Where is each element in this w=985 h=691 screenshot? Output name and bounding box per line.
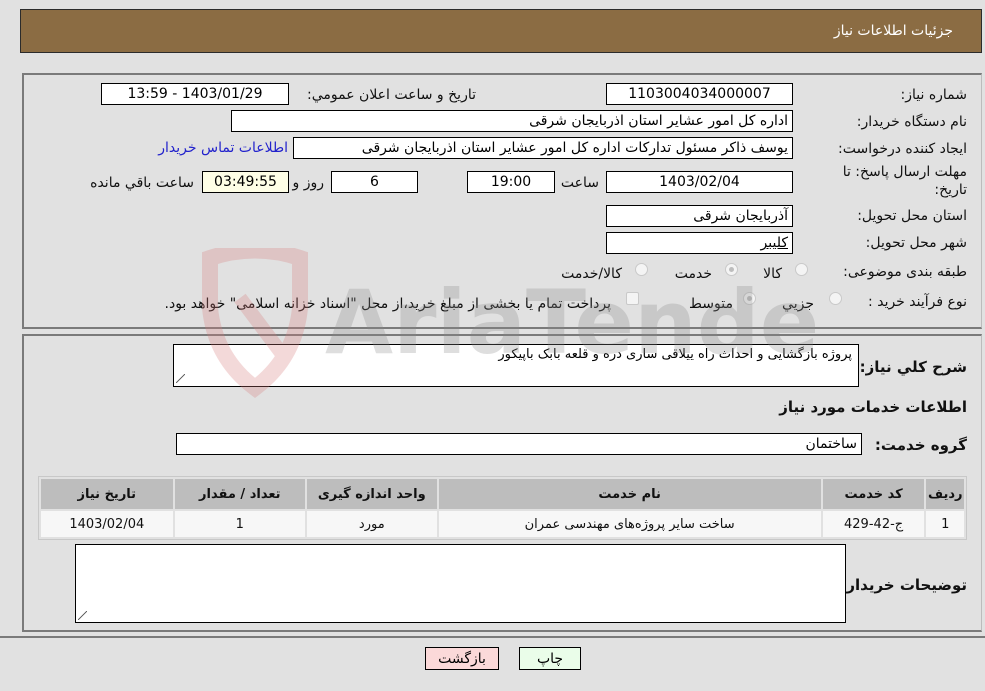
category-radio-service[interactable] (725, 263, 738, 276)
print-button[interactable]: چاپ (519, 647, 581, 670)
unit: مورد (307, 511, 437, 537)
process-label: نوع فرآیند خرید : (868, 294, 967, 310)
buyer-org-label: نام دستگاه خريدار: (856, 114, 967, 130)
days-remaining-field[interactable]: 6 (331, 171, 418, 193)
description-textarea[interactable]: پروژه بازگشایی و احداث راه ییلاقی ساری د… (173, 344, 859, 387)
city-label: شهر محل تحویل: (865, 235, 967, 251)
process-radio-minor[interactable] (829, 292, 842, 305)
column-header: کد خدمت (822, 479, 925, 509)
service-code: ج-42-429 (822, 511, 925, 537)
province-label: استان محل تحویل: (857, 208, 967, 224)
service-group-field[interactable]: ساختمان (176, 433, 862, 455)
need-number-label: شماره نیاز: (900, 87, 968, 103)
deadline-label-line1: مهلت ارسال پاسخ: تا (842, 164, 967, 180)
resize-grip-icon[interactable] (78, 611, 87, 620)
resize-grip-icon[interactable] (176, 374, 185, 383)
quantity: 1 (174, 511, 306, 537)
creator-label: ایجاد کننده درخواست: (838, 141, 967, 157)
announce-date-label: تاریخ و ساعت اعلان عمومي: (307, 87, 476, 103)
process-radio-medium[interactable] (743, 292, 756, 305)
column-header: تعداد / مقدار (174, 479, 306, 509)
process-option-medium: متوسط (689, 296, 733, 312)
buyer-org-field[interactable]: اداره کل امور عشایر استان اذربایجان شرقی (231, 110, 793, 132)
column-header: واحد اندازه گیری (307, 479, 437, 509)
table-header-row: ردیف کد خدمت نام خدمت واحد اندازه گیری ت… (41, 479, 964, 509)
announce-date-field[interactable]: 1403/01/29 - 13:59 (101, 83, 289, 105)
buyer-notes-label: توضیحات خریدار: (840, 576, 967, 594)
remaining-time-label: ساعت باقي مانده (90, 175, 194, 191)
deadline-time-field[interactable]: 19:00 (467, 171, 555, 193)
treasury-note: پرداخت تمام یا بخشی از مبلغ خرید،از محل … (164, 296, 611, 312)
column-header: تاریخ نیاز (41, 479, 173, 509)
deadline-date-field[interactable]: 1403/02/04 (606, 171, 793, 193)
city-field[interactable]: کلیبر (606, 232, 793, 254)
description-label: شرح کلي نياز: (859, 358, 967, 376)
category-radio-goods-service[interactable] (635, 263, 648, 276)
need-date: 1403/02/04 (41, 511, 173, 537)
buyer-contact-link[interactable]: اطلاعات تماس خریدار (158, 140, 288, 156)
deadline-label-line2: تاریخ: (934, 182, 967, 198)
page-header: جزئیات اطلاعات نیاز (20, 9, 982, 53)
services-table: ردیف کد خدمت نام خدمت واحد اندازه گیری ت… (38, 476, 967, 540)
row-number: 1 (926, 511, 964, 537)
page-title: جزئیات اطلاعات نیاز (833, 23, 953, 39)
creator-field[interactable]: یوسف ذاکر مسئول تدارکات اداره کل امور عش… (293, 137, 793, 159)
remaining-time-field: 03:49:55 (202, 171, 289, 193)
need-number-field[interactable]: 1103004034000007 (606, 83, 793, 105)
category-option-goods: کالا (763, 266, 782, 282)
column-header: ردیف (926, 479, 964, 509)
services-section-title: اطلاعات خدمات مورد نياز (779, 398, 967, 416)
days-label: روز و (292, 175, 325, 191)
column-header: نام خدمت (438, 479, 821, 509)
table-row: 1 ج-42-429 ساخت سایر پروژه‌های مهندسی عم… (41, 511, 964, 537)
divider (0, 636, 985, 638)
deadline-time-label: ساعت (560, 175, 599, 191)
service-group-label: گروه خدمت: (874, 436, 967, 454)
category-label: طبقه بندی موضوعی: (843, 264, 967, 280)
back-button[interactable]: بازگشت (425, 647, 499, 670)
treasury-checkbox[interactable] (626, 292, 639, 305)
service-name: ساخت سایر پروژه‌های مهندسی عمران (438, 511, 821, 537)
process-option-minor: جزیي (782, 296, 814, 312)
category-radio-goods[interactable] (795, 263, 808, 276)
category-option-service: خدمت (674, 266, 712, 282)
category-option-goods-service: کالا/خدمت (561, 266, 622, 282)
province-field[interactable]: آذربایجان شرقی (606, 205, 793, 227)
buyer-notes-textarea[interactable] (75, 544, 846, 623)
